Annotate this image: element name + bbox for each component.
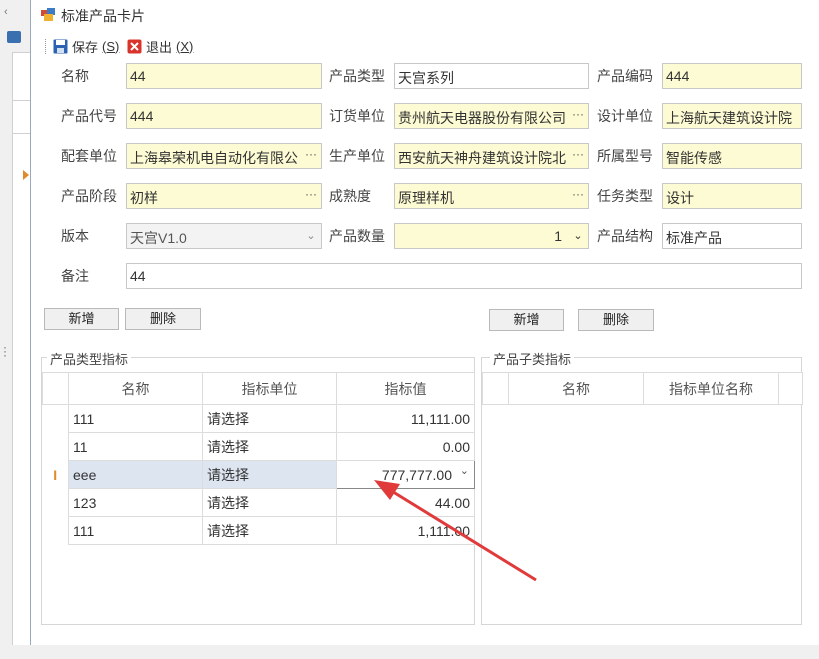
add-indicator-button[interactable]: 新增 xyxy=(44,308,119,330)
name-label: 名称 xyxy=(61,68,89,84)
column-header-name[interactable]: 名称 xyxy=(508,372,644,405)
cell-name[interactable]: 111 xyxy=(68,404,203,433)
background-status-strip xyxy=(0,645,819,659)
table-row[interactable]: 111 请选择 11,111.00 xyxy=(43,404,475,433)
quantity-label: 产品数量 xyxy=(329,228,385,244)
expand-arrow-icon[interactable] xyxy=(23,170,29,180)
ellipsis-icon[interactable]: ··· xyxy=(568,104,588,128)
version-label: 版本 xyxy=(61,228,89,244)
window-title: 标准产品卡片 xyxy=(61,8,145,24)
version-select[interactable]: 天宫V1.0 ⌄ xyxy=(126,223,322,249)
task-type-field[interactable]: 设计 xyxy=(662,183,802,209)
cube-icon[interactable] xyxy=(7,31,21,43)
title-bar xyxy=(31,0,819,30)
annotation-arrow-icon xyxy=(374,480,537,582)
table-header-row: 名称 指标单位 指标值 xyxy=(42,372,475,405)
product-type-indicator-title: 产品类型指标 xyxy=(47,349,132,368)
alias-label: 产品代号 xyxy=(61,108,117,124)
remark-label: 备注 xyxy=(61,268,89,284)
cell-name[interactable]: 111 xyxy=(68,516,203,545)
code-label: 产品编码 xyxy=(597,68,653,84)
chevron-left-icon[interactable]: ‹ xyxy=(4,6,8,18)
ellipsis-icon[interactable]: ··· xyxy=(568,144,588,168)
toolbar-grip[interactable] xyxy=(45,39,47,54)
chevron-down-icon[interactable]: ⌄ xyxy=(301,224,321,248)
table-header-row: 名称 指标单位名称 xyxy=(482,372,803,405)
cell-unit[interactable]: 请选择 xyxy=(202,488,337,517)
stage-field[interactable]: 初样 ··· xyxy=(126,183,322,209)
design-unit-label: 设计单位 xyxy=(597,108,653,124)
cell-name[interactable]: 11 xyxy=(68,432,203,461)
assembly-unit-field[interactable]: 上海皋荣机电自动化有限公 ··· xyxy=(126,143,322,169)
cell-value[interactable]: 0.00 xyxy=(336,432,475,461)
code-field[interactable]: 444 xyxy=(662,63,802,89)
exit-label: 退出 xyxy=(146,39,173,55)
delete-indicator-button[interactable]: 删除 xyxy=(125,308,201,330)
structure-label: 产品结构 xyxy=(597,228,653,244)
delete-subtype-indicator-button[interactable]: 删除 xyxy=(578,309,654,331)
exit-shortcut: (X) xyxy=(176,38,194,54)
cell-name[interactable]: eee xyxy=(68,460,203,489)
app-window-icon xyxy=(41,8,55,21)
cell-unit[interactable]: 请选择 xyxy=(202,516,337,545)
column-header-name[interactable]: 名称 xyxy=(68,372,203,405)
cell-unit[interactable]: 请选择 xyxy=(202,432,337,461)
cell-name[interactable]: 123 xyxy=(68,488,203,517)
row-edit-indicator: I xyxy=(42,460,69,489)
column-header-unit-name[interactable]: 指标单位名称 xyxy=(643,372,779,405)
ellipsis-icon[interactable]: ··· xyxy=(301,184,321,208)
cell-value[interactable]: 11,111.00 xyxy=(336,404,475,433)
save-shortcut: (S) xyxy=(102,38,120,54)
product-subtype-indicator-title: 产品子类指标 xyxy=(490,349,575,368)
row-header-corner xyxy=(482,372,509,405)
column-header-extra xyxy=(778,372,803,405)
chevron-down-icon[interactable]: ⌄ xyxy=(568,224,588,248)
product-subtype-indicator-table: 名称 指标单位名称 xyxy=(482,372,803,405)
exit-button[interactable]: 退出 (X) xyxy=(127,36,193,56)
row-header-corner xyxy=(42,372,69,405)
splitter-grip-icon[interactable]: · · · xyxy=(3,341,7,361)
column-header-value[interactable]: 指标值 xyxy=(336,372,475,405)
type-field[interactable]: 天宫系列 xyxy=(394,63,589,89)
production-unit-label: 生产单位 xyxy=(329,148,385,164)
stage-label: 产品阶段 xyxy=(61,188,117,204)
task-type-label: 任务类型 xyxy=(597,188,653,204)
order-unit-label: 订货单位 xyxy=(329,108,385,124)
add-subtype-indicator-button[interactable]: 新增 xyxy=(489,309,564,331)
save-icon xyxy=(53,39,68,53)
maturity-label: 成熟度 xyxy=(329,188,371,204)
ellipsis-icon[interactable]: ··· xyxy=(568,184,588,208)
cell-unit[interactable]: 请选择 xyxy=(202,460,337,489)
close-icon xyxy=(127,39,142,53)
save-label: 保存 xyxy=(72,39,99,55)
cell-unit[interactable]: 请选择 xyxy=(202,404,337,433)
type-label: 产品类型 xyxy=(329,68,385,84)
ellipsis-icon[interactable]: ··· xyxy=(301,144,321,168)
model-field[interactable]: 智能传感 xyxy=(662,143,802,169)
assembly-unit-label: 配套单位 xyxy=(61,148,117,164)
table-row[interactable]: 11 请选择 0.00 xyxy=(43,432,475,461)
production-unit-field[interactable]: 西安航天神舟建筑设计院北 ··· xyxy=(394,143,589,169)
name-field[interactable]: 44 xyxy=(126,63,322,89)
column-header-unit[interactable]: 指标单位 xyxy=(202,372,337,405)
quantity-spinner[interactable]: 1 ⌄ xyxy=(394,223,589,249)
alias-field[interactable]: 444 xyxy=(126,103,322,129)
structure-field[interactable]: 标准产品 xyxy=(662,223,802,249)
design-unit-field[interactable]: 上海航天建筑设计院 xyxy=(662,103,802,129)
model-label: 所属型号 xyxy=(597,148,653,164)
order-unit-field[interactable]: 贵州航天电器股份有限公司 ··· xyxy=(394,103,589,129)
maturity-field[interactable]: 原理样机 ··· xyxy=(394,183,589,209)
save-button[interactable]: 保存 (S) xyxy=(53,36,119,56)
remark-field[interactable]: 44 xyxy=(126,263,802,289)
